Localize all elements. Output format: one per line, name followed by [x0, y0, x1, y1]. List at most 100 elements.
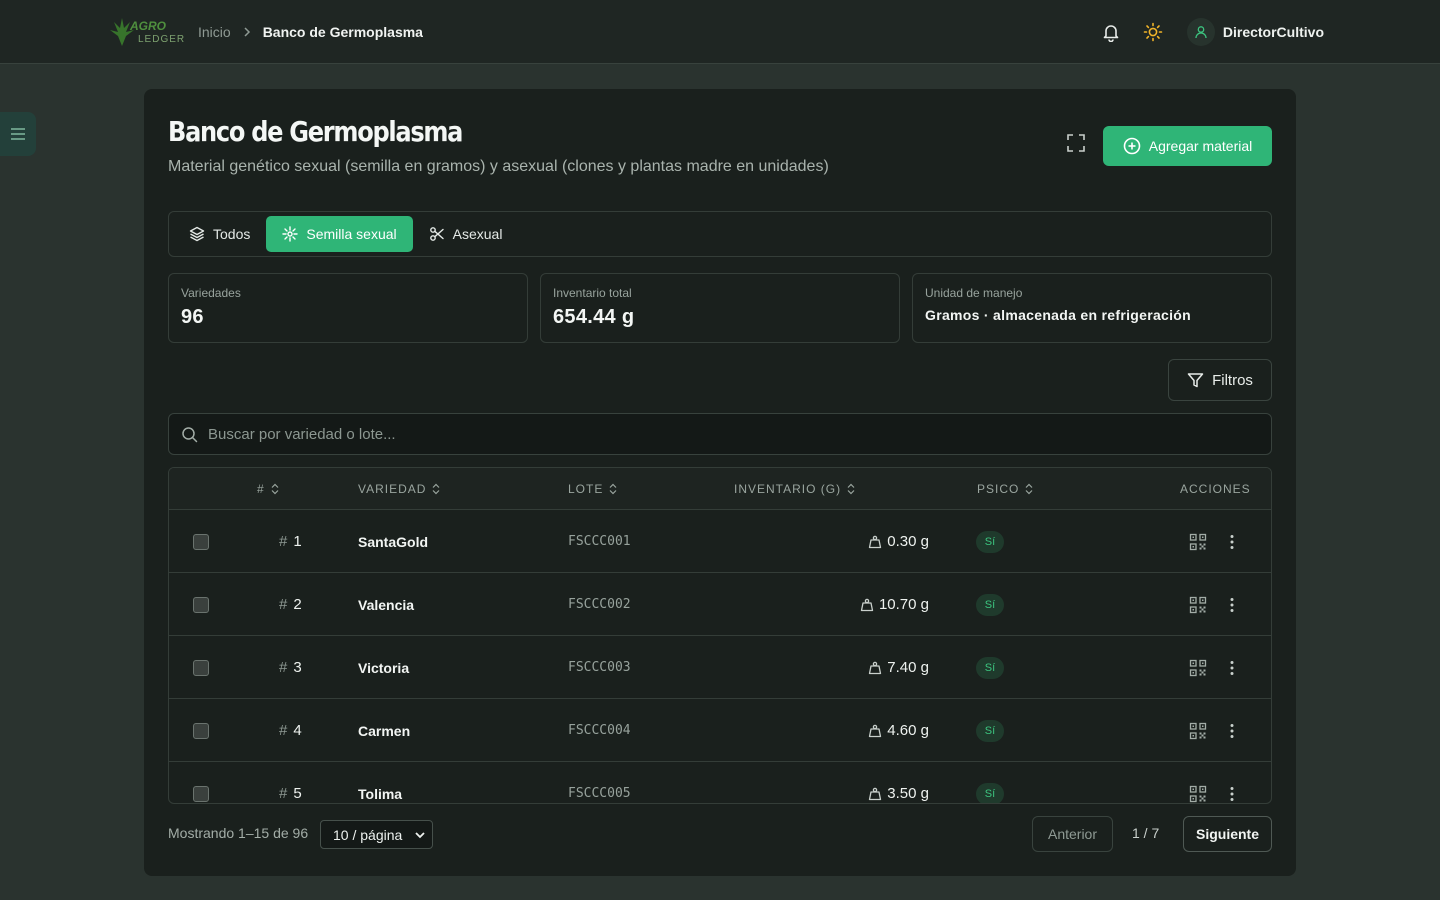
- column-header-lote[interactable]: LOTE: [568, 468, 617, 510]
- top-right-actions: DirectorCultivo: [1097, 0, 1324, 64]
- weight-icon: [860, 598, 874, 611]
- filter-icon: [1187, 372, 1204, 387]
- agro-ledger-logo[interactable]: AGRO LEDGER: [104, 12, 188, 52]
- breadcrumb: Inicio Banco de Germoplasma: [198, 0, 423, 64]
- previous-page-button[interactable]: Anterior: [1032, 816, 1113, 852]
- qr-code-icon[interactable]: [1188, 658, 1208, 678]
- column-header-inventario[interactable]: INVENTARIO (G): [734, 468, 855, 510]
- row-variety[interactable]: SantaGold: [358, 510, 428, 573]
- sidebar-toggle-button[interactable]: [0, 112, 36, 156]
- tab-semilla-sexual[interactable]: Semilla sexual: [266, 216, 413, 252]
- weight-icon: [869, 535, 882, 548]
- more-vertical-icon[interactable]: [1222, 532, 1242, 552]
- sun-icon[interactable]: [1139, 18, 1167, 46]
- breadcrumb-home-link[interactable]: Inicio: [198, 24, 231, 40]
- stat-inventario-total: Inventario total 654.44 g: [540, 273, 900, 343]
- qr-code-icon[interactable]: [1188, 784, 1208, 804]
- row-checkbox[interactable]: [193, 596, 209, 613]
- add-material-label: Agregar material: [1148, 138, 1253, 154]
- stat-value: 654.44 g: [553, 306, 635, 328]
- filters-button[interactable]: Filtros: [1168, 359, 1272, 401]
- weight-icon: [869, 661, 882, 674]
- hash-icon: #: [279, 659, 288, 676]
- row-lote: FSCCC004: [568, 723, 631, 738]
- svg-text:AGRO: AGRO: [129, 19, 167, 33]
- qr-code-icon[interactable]: [1188, 721, 1208, 741]
- expand-icon: [1067, 134, 1085, 152]
- material-type-tabs: Todos Semilla sexual Asexual: [168, 211, 1272, 257]
- table-header: # VARIEDAD LOTE INVENTARIO (G) PSICO ACC…: [169, 468, 1271, 510]
- weight-icon: [869, 724, 882, 737]
- table-row[interactable]: #5 Tolima FSCCC005 3.50 g Sí: [169, 762, 1271, 804]
- column-label: LOTE: [568, 482, 604, 496]
- column-header-acciones: ACCIONES: [1180, 468, 1251, 510]
- row-variety[interactable]: Victoria: [358, 636, 409, 699]
- stat-value: 96: [181, 306, 204, 328]
- tab-todos[interactable]: Todos: [173, 216, 266, 252]
- row-inventory: 10.70 g: [878, 596, 929, 613]
- search-box: [168, 413, 1272, 455]
- more-vertical-icon[interactable]: [1222, 784, 1242, 804]
- germplasm-table: # VARIEDAD LOTE INVENTARIO (G) PSICO ACC…: [168, 467, 1272, 804]
- showing-count: Mostrando 1–15 de 96: [168, 825, 309, 841]
- menu-icon: [11, 128, 25, 140]
- weight-icon: [869, 787, 882, 800]
- more-vertical-icon[interactable]: [1222, 721, 1242, 741]
- qr-code-icon[interactable]: [1188, 532, 1208, 552]
- next-page-button[interactable]: Siguiente: [1183, 816, 1272, 852]
- search-input[interactable]: [208, 425, 1208, 443]
- row-variety[interactable]: Carmen: [358, 699, 410, 762]
- tab-asexual[interactable]: Asexual: [413, 216, 519, 252]
- row-number: 2: [293, 596, 302, 613]
- column-label: PSICO: [977, 482, 1020, 496]
- row-checkbox[interactable]: [193, 659, 209, 676]
- stat-label: Unidad de manejo: [925, 286, 1023, 300]
- column-header-variedad[interactable]: VARIEDAD: [358, 468, 440, 510]
- row-inventory: 4.60 g: [887, 722, 929, 739]
- user-name[interactable]: DirectorCultivo: [1223, 24, 1324, 40]
- row-variety[interactable]: Valencia: [358, 573, 414, 636]
- bell-icon[interactable]: [1097, 18, 1125, 46]
- column-header-number[interactable]: #: [257, 468, 279, 510]
- psico-badge: Sí: [976, 719, 1004, 742]
- row-number: 5: [293, 785, 302, 802]
- filters-label: Filtros: [1212, 371, 1253, 389]
- psico-badge: Sí: [976, 530, 1004, 553]
- more-vertical-icon[interactable]: [1222, 658, 1242, 678]
- seed-icon: [282, 226, 299, 242]
- row-variety[interactable]: Tolima: [358, 762, 402, 803]
- row-checkbox[interactable]: [193, 722, 209, 739]
- table-row[interactable]: #3 Victoria FSCCC003 7.40 g Sí: [169, 636, 1271, 699]
- column-label: #: [257, 482, 265, 496]
- column-header-psico[interactable]: PSICO: [977, 468, 1033, 510]
- sort-icon: [1025, 483, 1033, 495]
- stat-label: Variedades: [181, 286, 241, 300]
- row-inventory: 0.30 g: [887, 533, 929, 550]
- fullscreen-button[interactable]: [1064, 131, 1088, 155]
- table-row[interactable]: #4 Carmen FSCCC004 4.60 g Sí: [169, 699, 1271, 762]
- chevron-right-icon: [241, 26, 253, 38]
- more-vertical-icon[interactable]: [1222, 595, 1242, 615]
- table-row[interactable]: #2 Valencia FSCCC002 10.70 g Sí: [169, 573, 1271, 636]
- per-page-select[interactable]: 10 / página: [320, 820, 433, 849]
- sort-icon: [847, 483, 855, 495]
- page-subtitle: Material genético sexual (semilla en gra…: [168, 158, 829, 175]
- add-material-button[interactable]: Agregar material: [1103, 126, 1272, 166]
- table-row[interactable]: #1 SantaGold FSCCC001 0.30 g Sí: [169, 510, 1271, 573]
- row-checkbox[interactable]: [193, 785, 209, 802]
- row-lote: FSCCC001: [568, 534, 631, 549]
- psico-badge: Sí: [976, 782, 1004, 803]
- row-checkbox[interactable]: [193, 533, 209, 550]
- column-label: VARIEDAD: [358, 482, 427, 496]
- qr-code-icon[interactable]: [1188, 595, 1208, 615]
- psico-badge: Sí: [976, 656, 1004, 679]
- page-title: Banco de Germoplasma: [168, 115, 463, 148]
- row-lote: FSCCC002: [568, 597, 631, 612]
- avatar[interactable]: [1186, 18, 1215, 46]
- scissors-icon: [429, 227, 444, 241]
- psico-badge: Sí: [976, 593, 1004, 616]
- row-inventory: 3.50 g: [887, 785, 929, 802]
- row-inventory: 7.40 g: [887, 659, 929, 676]
- hash-icon: #: [279, 785, 288, 802]
- breadcrumb-current: Banco de Germoplasma: [262, 24, 423, 40]
